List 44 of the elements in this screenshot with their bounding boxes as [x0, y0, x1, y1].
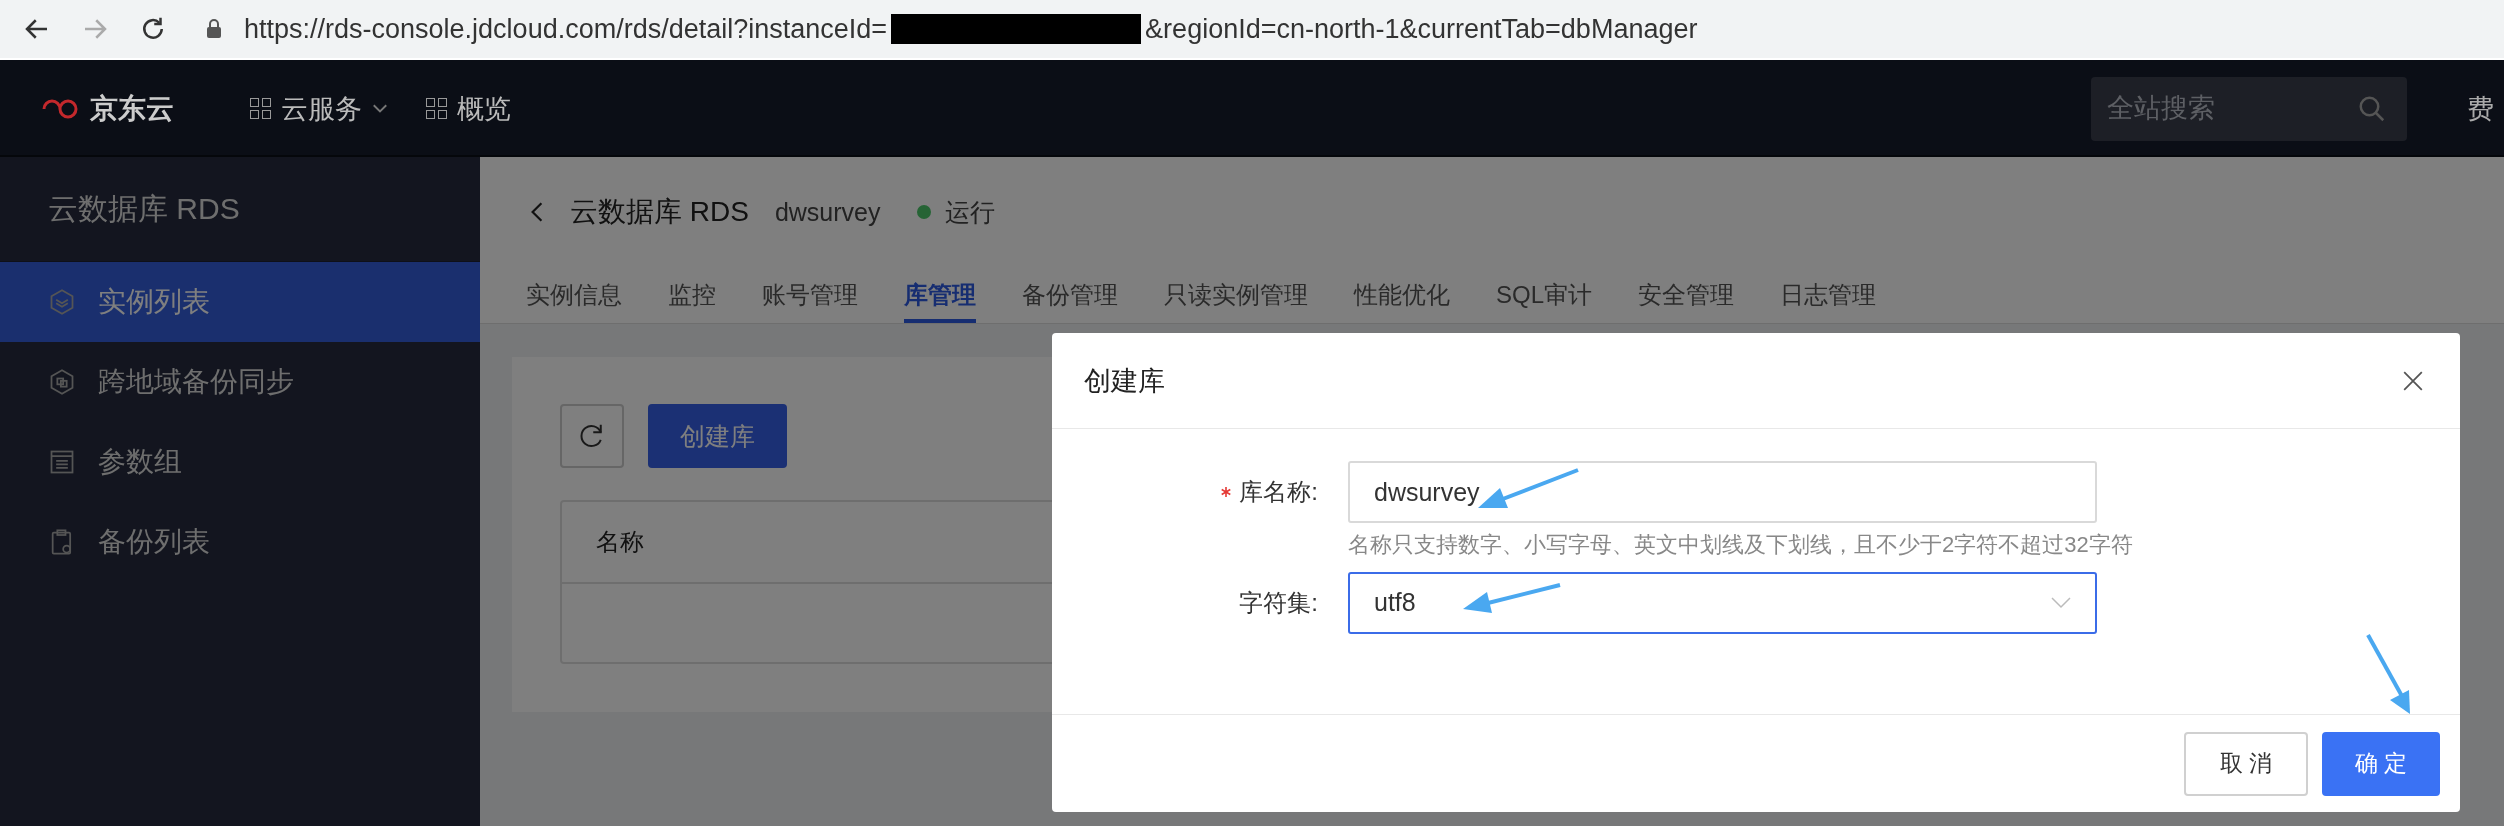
tab[interactable]: 实例信息	[526, 267, 622, 323]
dialog-title: 创建库	[1084, 364, 1165, 398]
page-title: 云数据库 RDS	[570, 195, 749, 229]
nav-menu-item[interactable]: 云服务	[250, 90, 388, 127]
name-input[interactable]: dwsurvey	[1348, 461, 2097, 523]
close-icon[interactable]	[2402, 369, 2424, 392]
nav-menu-item[interactable]: 概览	[426, 90, 511, 127]
back-icon[interactable]	[530, 201, 544, 223]
tab[interactable]: SQL审计	[1496, 267, 1593, 323]
tab[interactable]: 库管理	[904, 267, 976, 323]
tab[interactable]: 日志管理	[1780, 267, 1877, 323]
field-label: 字符集:	[1239, 587, 1318, 618]
status-dot	[916, 205, 931, 219]
status-text: 运行	[944, 196, 995, 228]
logo[interactable]: 京东云	[40, 89, 174, 128]
field-hint: 名称只支持数字、小写字母、英文中划线及下划线，且不少于2字符不超过32字符	[1348, 531, 2133, 559]
url-text[interactable]: &regionId=cn-north-1&currentTab=dbManager	[1145, 13, 1698, 45]
instance-name: dwsurvey	[774, 197, 881, 227]
tab[interactable]: 账号管理	[762, 267, 858, 323]
nav-link[interactable]: 费	[2467, 90, 2494, 127]
column-header: 名称	[596, 527, 644, 557]
search-field[interactable]: 全站搜索	[2091, 76, 2407, 141]
chevron-down-icon	[372, 103, 388, 114]
sidebar-item[interactable]: 跨地域备份同步	[0, 342, 480, 422]
sidebar-item[interactable]: 备份列表	[0, 502, 480, 582]
tab[interactable]: 只读实例管理	[1164, 267, 1308, 323]
lock-icon	[206, 19, 222, 39]
chevron-down-icon	[2051, 596, 2071, 609]
list-panel-icon	[48, 448, 76, 476]
charset-select[interactable]: utf8	[1348, 571, 2097, 634]
create-button[interactable]: 创建库	[648, 404, 787, 468]
tab[interactable]: 监控	[668, 267, 716, 323]
layers-icon	[48, 288, 76, 316]
cancel-button[interactable]: 取 消	[2184, 731, 2308, 796]
field-label: 库名称:	[1239, 477, 1318, 507]
sidebar-item[interactable]: 参数组	[0, 422, 480, 502]
sidebar-item[interactable]: 实例列表	[0, 262, 480, 342]
hexagon-icon	[48, 368, 76, 396]
refresh-button[interactable]	[560, 404, 624, 468]
tab[interactable]: 备份管理	[1022, 267, 1118, 323]
confirm-button[interactable]: 确 定	[2322, 731, 2440, 796]
tab[interactable]: 性能优化	[1354, 267, 1450, 323]
tab[interactable]: 安全管理	[1638, 267, 1735, 323]
url-text[interactable]: https://rds-console.jdcloud.com/rds/detail?instanceId=	[244, 13, 888, 45]
